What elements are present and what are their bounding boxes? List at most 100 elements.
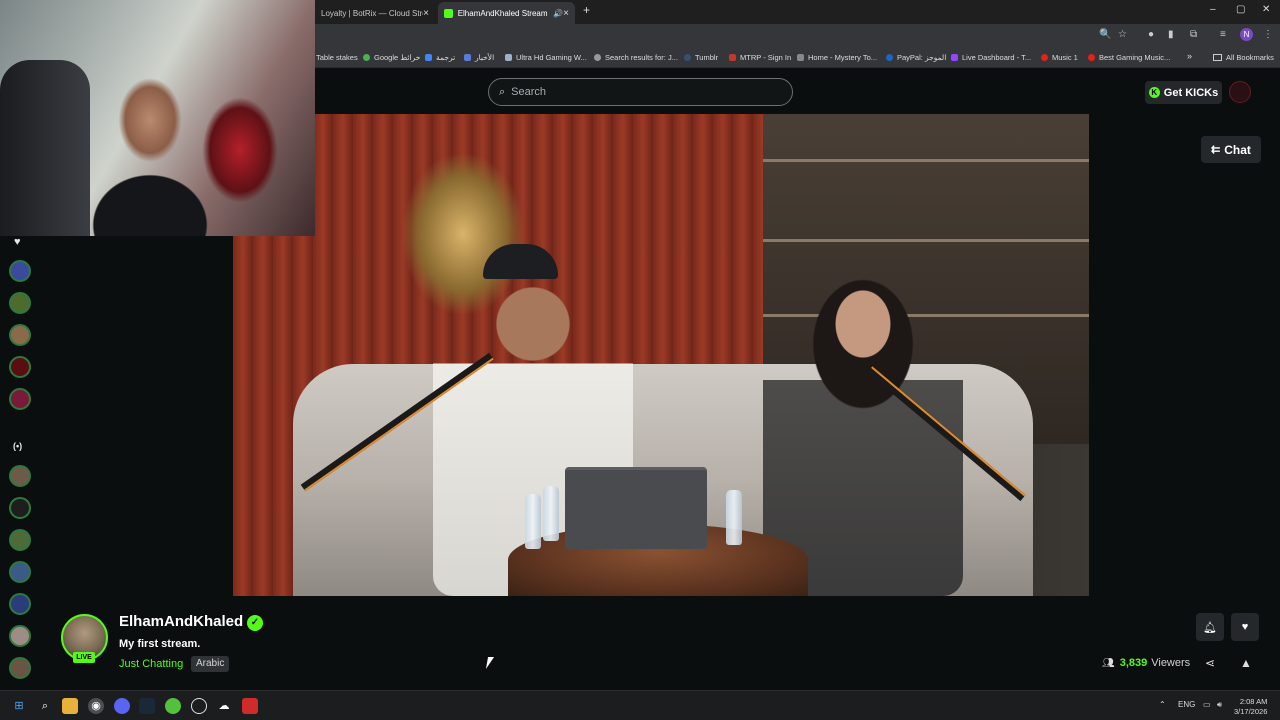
close-window-button[interactable]: ✕ [1262, 4, 1270, 15]
bookmark-item[interactable]: Best Gaming Music... [1088, 53, 1170, 62]
recommended-channel-avatar[interactable] [9, 561, 31, 583]
app-icon[interactable] [242, 698, 258, 714]
discord-icon[interactable] [114, 698, 130, 714]
zoom-icon[interactable]: 🔍 [1099, 29, 1111, 40]
bookmark-label: Music 1 [1052, 53, 1078, 62]
verified-badge-icon: ✓ [247, 615, 263, 631]
recommended-channel-avatar[interactable] [9, 657, 31, 679]
file-explorer-icon[interactable] [62, 698, 78, 714]
bookmark-star-icon[interactable]: ☆ [1118, 29, 1127, 40]
tab-botrix[interactable]: Loyalty | BotRix — Cloud Strea × [315, 2, 435, 24]
follow-button[interactable]: ♥ [1231, 613, 1259, 641]
media-control-icon[interactable]: ≡ [1220, 29, 1226, 40]
bookmark-item[interactable]: Live Dashboard - T... [951, 53, 1031, 62]
language-tag[interactable]: Arabic [191, 656, 230, 672]
all-bookmarks-label: All Bookmarks [1226, 53, 1274, 62]
viewer-count: 👥︎ 3,839 Viewers [1102, 657, 1190, 669]
live-badge: LIVE [73, 652, 95, 663]
followed-channel-avatar[interactable] [9, 292, 31, 314]
bookmark-item[interactable]: Table stakes [316, 53, 358, 62]
share-icon[interactable]: ⋖ [1205, 656, 1215, 670]
notifications-button[interactable]: 🔔︎ [1196, 613, 1224, 641]
video-player[interactable] [233, 114, 1089, 596]
get-kicks-button[interactable]: K Get KICKs [1145, 81, 1222, 104]
close-tab-icon[interactable]: × [563, 8, 569, 19]
app-icon[interactable] [165, 698, 181, 714]
streamer-name[interactable]: ElhamAndKhaled [119, 613, 243, 630]
chat-toggle-button[interactable]: ⇇ Chat [1201, 136, 1261, 163]
bookmark-item[interactable]: PayPal: الموجز [886, 53, 946, 62]
network-icon[interactable]: ▭ [1203, 700, 1211, 709]
mouse-cursor-icon [485, 657, 495, 669]
followed-channel-avatar[interactable] [9, 324, 31, 346]
maps-icon [363, 54, 370, 61]
recommended-channel-avatar[interactable] [9, 465, 31, 487]
extensions-puzzle-icon[interactable]: ⧉ [1190, 29, 1197, 40]
bookmark-item[interactable]: MTRP - Sign In [729, 53, 791, 62]
followed-channel-avatar[interactable] [9, 260, 31, 282]
followed-channel-avatar[interactable] [9, 356, 31, 378]
youtube-icon [1088, 54, 1095, 61]
stream-category-link[interactable]: Just Chatting [119, 658, 183, 670]
search-input[interactable]: ⌕ Search [488, 78, 793, 106]
heart-icon[interactable]: ♥ [14, 236, 21, 248]
extension-icon[interactable]: ▮ [1168, 29, 1174, 40]
search-icon[interactable]: ⌕ [37, 698, 53, 714]
tray-overflow-icon[interactable]: ⌃ [1159, 700, 1166, 709]
bookmark-label: Google خرائط [374, 53, 421, 62]
viewer-count-label: Viewers [1151, 657, 1191, 669]
video-scene-shelf [763, 239, 1089, 242]
bookmark-label: Ultra Hd Gaming W... [516, 53, 587, 62]
close-tab-icon[interactable]: × [423, 8, 429, 19]
system-clock[interactable]: 2:08 AM 3/17/2026 [1234, 697, 1267, 717]
bookmark-label: MTRP - Sign In [740, 53, 792, 62]
audio-icon[interactable]: 🔊 [553, 9, 563, 18]
report-warning-icon[interactable]: ▲ [1240, 656, 1252, 670]
tab-elhamandkhaled[interactable]: ElhamAndKhaled Stream - 🔊 × [438, 2, 575, 24]
minimize-button[interactable]: – [1210, 4, 1216, 15]
extension-icon[interactable]: ● [1148, 29, 1154, 40]
bookmark-item[interactable]: Google خرائط [363, 53, 420, 62]
tab-title: ElhamAndKhaled Stream - [457, 8, 550, 18]
user-avatar[interactable] [1229, 81, 1251, 103]
bookmark-label: Tumblr [695, 53, 719, 62]
broadcast-icon[interactable]: (•) [13, 441, 22, 451]
bookmarks-overflow-button[interactable]: » [1187, 51, 1192, 61]
kick-favicon-icon [444, 8, 453, 18]
bookmark-item[interactable]: Home - Mystery To... [797, 53, 877, 62]
bookmark-item[interactable]: Ultra Hd Gaming W... [505, 53, 587, 62]
bookmark-item[interactable]: Music 1 [1041, 53, 1078, 62]
recommended-channel-avatar[interactable] [9, 529, 31, 551]
video-scene-shelf [763, 159, 1089, 162]
kick-coin-icon: K [1148, 87, 1160, 98]
windows-start-icon[interactable]: ⊞ [11, 698, 27, 714]
maximize-button[interactable]: ▢ [1236, 4, 1245, 15]
chrome-icon[interactable]: ◉ [88, 698, 104, 714]
all-bookmarks-button[interactable]: All Bookmarks [1213, 53, 1274, 62]
video-scene-bottle [525, 494, 541, 549]
bookmark-label: Best Gaming Music... [1099, 53, 1171, 62]
recommended-channel-avatar[interactable] [9, 593, 31, 615]
mtrp-icon [729, 54, 736, 61]
recommended-channel-avatar[interactable] [9, 625, 31, 647]
language-indicator[interactable]: ENG [1178, 700, 1195, 709]
get-kicks-label: Get KICKs [1163, 86, 1219, 99]
profile-avatar[interactable]: N [1240, 28, 1253, 41]
recommended-channel-avatar[interactable] [9, 497, 31, 519]
sidebar: ♥ (•) [0, 236, 40, 690]
volume-icon[interactable]: 🔊︎ [1217, 700, 1222, 710]
heart-icon: ♥ [1241, 621, 1249, 633]
browser-menu-icon[interactable]: ⋮ [1263, 29, 1273, 40]
webcam-overlay [0, 0, 315, 236]
steam-icon[interactable] [139, 698, 155, 714]
obs-icon[interactable] [191, 698, 207, 714]
bookmark-item[interactable]: Tumblr [684, 53, 718, 62]
bookmark-item[interactable]: الأخبار [464, 53, 494, 62]
bookmark-label: Search results for: J... [605, 53, 678, 62]
bookmark-item[interactable]: Search results for: J... [594, 53, 678, 62]
followed-channel-avatar[interactable] [9, 388, 31, 410]
bookmark-label: Home - Mystery To... [808, 53, 878, 62]
new-tab-button[interactable]: + [583, 3, 590, 17]
app-icon[interactable]: ☁ [216, 698, 232, 714]
bookmark-item[interactable]: ترجمة [425, 53, 455, 62]
